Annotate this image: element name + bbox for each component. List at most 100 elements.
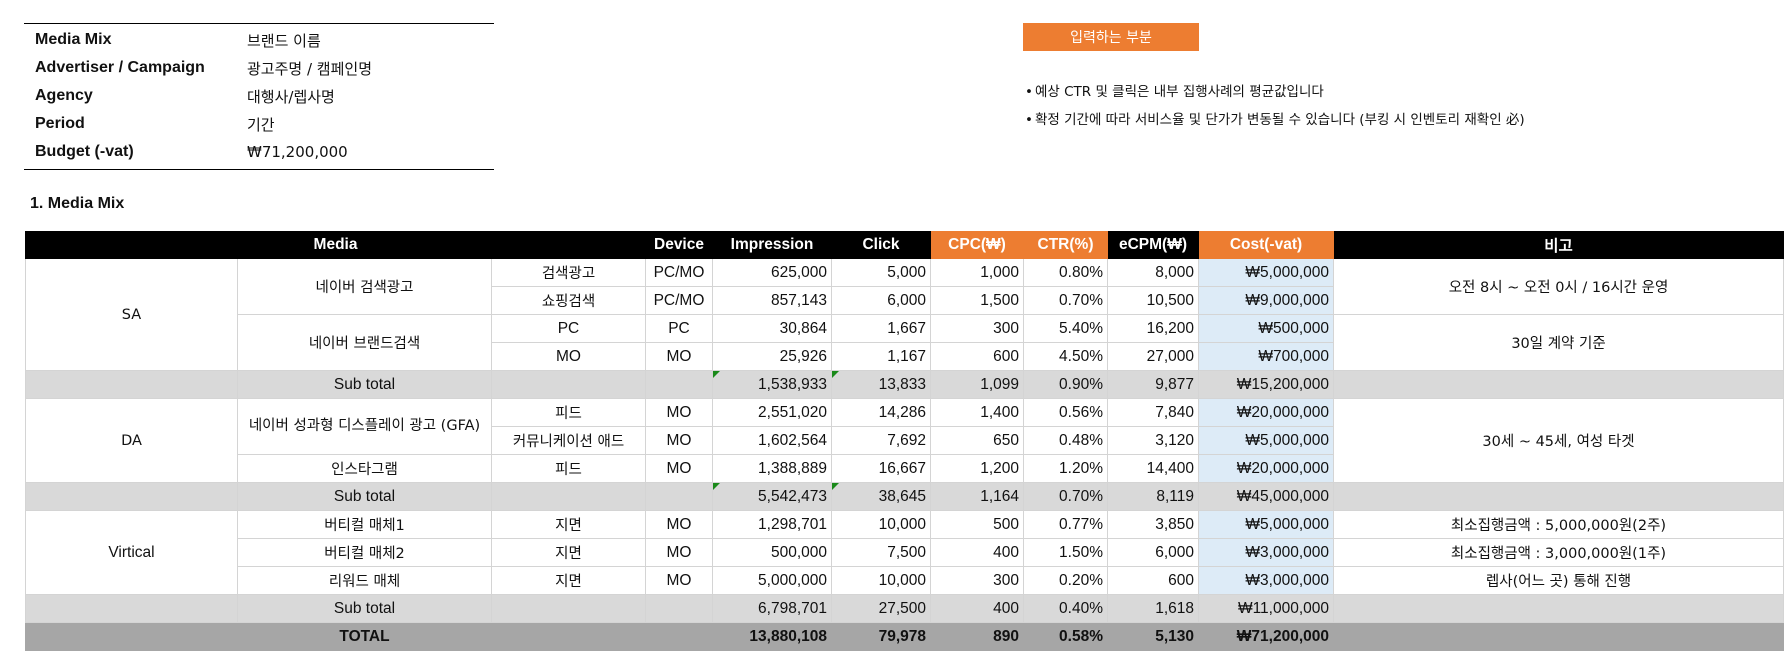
ad-type[interactable]: 피드 — [491, 398, 646, 427]
header-ctr: CTR(%) — [1023, 231, 1108, 259]
info-value[interactable]: 기간 — [244, 114, 275, 135]
impression: 6,798,701 — [712, 594, 832, 623]
remarks[interactable]: 30일 계약 기준 — [1333, 314, 1784, 371]
click: 5,000 — [831, 258, 931, 287]
impression: 2,551,020 — [712, 398, 832, 427]
ecpm: 3,120 — [1107, 426, 1199, 455]
ctr[interactable]: 1.20% — [1023, 454, 1108, 483]
cpc[interactable]: 500 — [930, 510, 1024, 539]
cost[interactable]: ₩3,000,000 — [1198, 538, 1334, 567]
cost[interactable]: ₩20,000,000 — [1198, 398, 1334, 427]
cost[interactable]: ₩20,000,000 — [1198, 454, 1334, 483]
remarks[interactable]: 오전 8시 ~ 오전 0시 / 16시간 운영 — [1333, 258, 1784, 315]
device[interactable]: PC/MO — [645, 258, 713, 287]
cost[interactable]: ₩5,000,000 — [1198, 258, 1334, 287]
info-key: Advertiser / Campaign — [35, 59, 205, 76]
device[interactable]: MO — [645, 538, 713, 567]
ctr[interactable]: 0.70% — [1023, 286, 1108, 315]
ecpm: 600 — [1107, 566, 1199, 595]
media-name: 인스타그램 — [237, 454, 492, 483]
remarks[interactable]: 최소집행금액 : 3,000,000원(1주) — [1333, 538, 1784, 567]
info-row-budget: Budget (-vat) ₩71,200,000 — [24, 138, 494, 166]
ad-type[interactable]: MO — [491, 342, 646, 371]
ecpm: 10,500 — [1107, 286, 1199, 315]
cpc[interactable]: 400 — [930, 538, 1024, 567]
ctr[interactable]: 0.20% — [1023, 566, 1108, 595]
info-value[interactable]: 대행사/렙사명 — [244, 86, 335, 107]
ecpm: 5,130 — [1107, 622, 1199, 651]
cpc[interactable]: 1,400 — [930, 398, 1024, 427]
ad-type[interactable]: 지면 — [491, 510, 646, 539]
header-ecpm: eCPM(₩) — [1107, 231, 1199, 259]
remarks[interactable]: 최소집행금액 : 5,000,000원(2주) — [1333, 510, 1784, 539]
blank-cell — [491, 622, 646, 651]
impression: 1,538,933 — [712, 370, 832, 399]
header-cost: Cost(-vat) — [1198, 231, 1334, 259]
media-name: 버티컬 매체2 — [237, 538, 492, 567]
ecpm: 6,000 — [1107, 538, 1199, 567]
device[interactable]: MO — [645, 426, 713, 455]
blank-cell — [645, 594, 713, 623]
info-value[interactable]: 광고주명 / 캠페인명 — [244, 58, 372, 79]
device[interactable]: MO — [645, 454, 713, 483]
header-cpc: CPC(₩) — [930, 231, 1024, 259]
ad-type[interactable]: 피드 — [491, 454, 646, 483]
ctr[interactable]: 0.48% — [1023, 426, 1108, 455]
cpc: 400 — [930, 594, 1024, 623]
table-row: Virtical 버티컬 매체1 지면 MO 1,298,701 10,000 … — [25, 510, 1784, 595]
blank-cell — [1333, 482, 1784, 511]
cost: ₩15,200,000 — [1198, 370, 1334, 399]
ctr[interactable]: 0.56% — [1023, 398, 1108, 427]
device[interactable]: MO — [645, 510, 713, 539]
ecpm: 16,200 — [1107, 314, 1199, 343]
ctr[interactable]: 0.77% — [1023, 510, 1108, 539]
ad-type[interactable]: 커뮤니케이션 애드 — [491, 426, 646, 455]
click: 14,286 — [831, 398, 931, 427]
info-value[interactable]: ₩71,200,000 — [244, 143, 348, 161]
ad-type[interactable]: 지면 — [491, 538, 646, 567]
ad-type[interactable]: 검색광고 — [491, 258, 646, 287]
cpc[interactable]: 300 — [930, 314, 1024, 343]
info-value[interactable]: 브랜드 이름 — [244, 30, 321, 51]
group-label-da: DA — [25, 398, 238, 483]
device[interactable]: PC/MO — [645, 286, 713, 315]
device[interactable]: MO — [645, 398, 713, 427]
cost[interactable]: ₩5,000,000 — [1198, 426, 1334, 455]
blank-cell — [491, 594, 646, 623]
cpc[interactable]: 650 — [930, 426, 1024, 455]
cpc[interactable]: 1,200 — [930, 454, 1024, 483]
device[interactable]: MO — [645, 342, 713, 371]
remarks[interactable]: 30세 ~ 45세, 여성 타겟 — [1333, 398, 1784, 483]
cost: ₩71,200,000 — [1198, 622, 1334, 651]
device[interactable]: MO — [645, 566, 713, 595]
cost[interactable]: ₩500,000 — [1198, 314, 1334, 343]
note-text: 예상 CTR 및 클릭은 내부 집행사례의 평균값입니다 — [1035, 84, 1324, 100]
blank-cell — [1333, 622, 1784, 651]
ad-type[interactable]: PC — [491, 314, 646, 343]
impression: 13,880,108 — [712, 622, 832, 651]
ecpm: 7,840 — [1107, 398, 1199, 427]
cost[interactable]: ₩700,000 — [1198, 342, 1334, 371]
cpc[interactable]: 300 — [930, 566, 1024, 595]
input-area-tag: 입력하는 부분 — [1023, 23, 1199, 51]
ctr[interactable]: 1.50% — [1023, 538, 1108, 567]
info-key: Media Mix — [35, 31, 112, 48]
ctr[interactable]: 4.50% — [1023, 342, 1108, 371]
info-key: Agency — [35, 87, 93, 104]
ctr[interactable]: 0.80% — [1023, 258, 1108, 287]
cpc[interactable]: 600 — [930, 342, 1024, 371]
ad-type[interactable]: 지면 — [491, 566, 646, 595]
device[interactable]: PC — [645, 314, 713, 343]
remarks[interactable]: 렙사(어느 곳) 통해 진행 — [1333, 566, 1784, 595]
blank-cell — [491, 370, 646, 399]
table-row: 네이버 브랜드검색 PC PC 30,864 1,667 300 5.40% 1… — [26, 314, 1784, 371]
ctr[interactable]: 5.40% — [1023, 314, 1108, 343]
cost[interactable]: ₩9,000,000 — [1198, 286, 1334, 315]
impression: 1,388,889 — [712, 454, 832, 483]
cost[interactable]: ₩3,000,000 — [1198, 566, 1334, 595]
ad-type[interactable]: 쇼핑검색 — [491, 286, 646, 315]
campaign-info-block: Media Mix 브랜드 이름 Advertiser / Campaign 광… — [24, 23, 494, 170]
cpc[interactable]: 1,500 — [930, 286, 1024, 315]
cpc[interactable]: 1,000 — [930, 258, 1024, 287]
cost[interactable]: ₩5,000,000 — [1198, 510, 1334, 539]
